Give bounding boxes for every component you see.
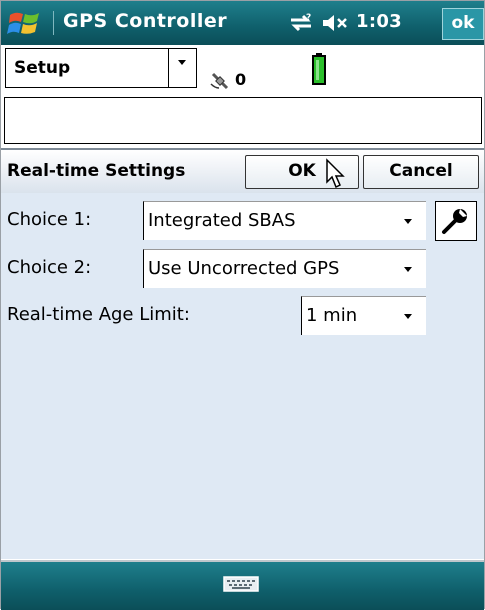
age-limit-select[interactable]: 1 min — [301, 296, 426, 335]
volume-muted-icon[interactable] — [321, 12, 351, 34]
wrench-settings-button[interactable] — [435, 201, 477, 241]
choice1-select[interactable]: Integrated SBAS — [143, 201, 426, 240]
age-limit-label: Real-time Age Limit: — [7, 304, 190, 325]
status-message-field — [4, 97, 482, 144]
clock[interactable]: 1:03 — [356, 11, 402, 32]
settings-title: Real-time Settings — [7, 161, 186, 181]
settings-header: Real-time Settings OK Cancel — [1, 148, 484, 195]
battery-icon — [312, 53, 326, 85]
wrench-icon — [442, 209, 467, 234]
choice2-label: Choice 2: — [7, 257, 92, 278]
satellite-icon — [210, 72, 229, 90]
choice1-label: Choice 1: — [7, 209, 92, 230]
setup-menu-label: Setup — [14, 58, 71, 78]
age-limit-value: 1 min — [306, 305, 358, 326]
windows-logo-icon[interactable] — [7, 7, 43, 39]
dropdown-arrow[interactable] — [168, 49, 197, 87]
chevron-down-icon — [404, 314, 412, 319]
choice1-value: Integrated SBAS — [148, 210, 296, 231]
cancel-button[interactable]: Cancel — [363, 155, 479, 189]
ok-title-button[interactable]: ok — [442, 8, 484, 40]
settings-form: Choice 1: Integrated SBAS Choice 2: Use … — [1, 193, 484, 559]
chevron-down-icon — [404, 267, 412, 272]
svg-text:?: ? — [306, 13, 311, 23]
setup-menu-dropdown[interactable]: Setup — [5, 48, 197, 88]
toolbar: Setup 0 — [1, 45, 484, 97]
title-bar: GPS Controller ? 1:03 ok — [1, 1, 484, 45]
connectivity-icon[interactable]: ? — [288, 12, 314, 34]
chevron-down-icon — [178, 60, 186, 65]
mouse-cursor-icon — [326, 158, 345, 189]
app-title: GPS Controller — [63, 10, 228, 32]
title-separator — [53, 11, 54, 35]
choice2-value: Use Uncorrected GPS — [148, 258, 340, 279]
keyboard-icon[interactable] — [223, 576, 259, 592]
chevron-down-icon — [404, 219, 412, 224]
bottom-taskbar — [1, 560, 484, 610]
satellite-count: 0 — [235, 70, 247, 89]
choice2-select[interactable]: Use Uncorrected GPS — [143, 249, 426, 288]
